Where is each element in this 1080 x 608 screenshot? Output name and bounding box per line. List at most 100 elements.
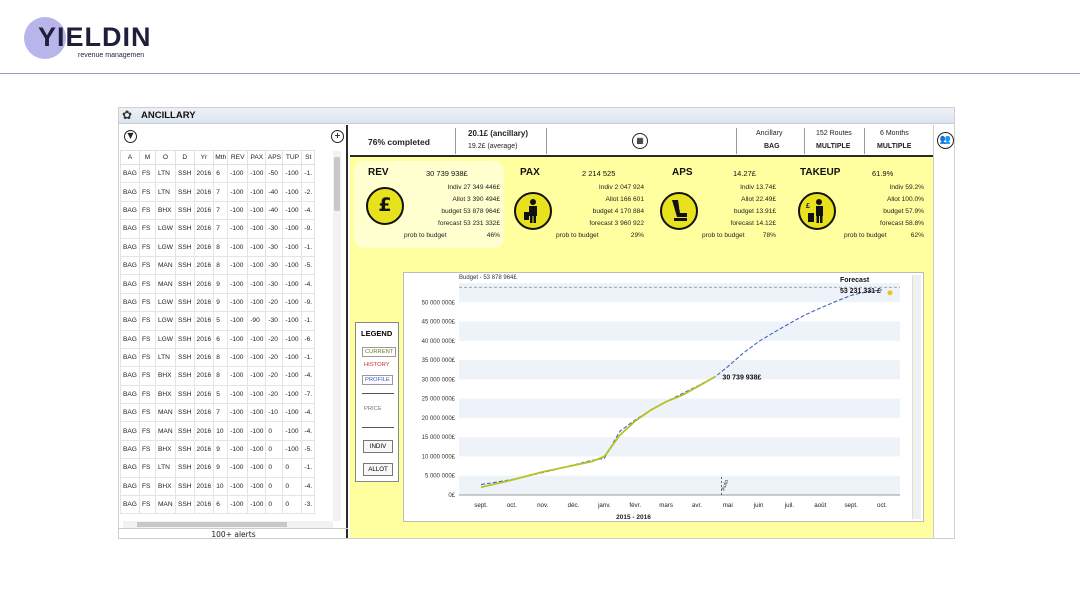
y-tick-label: 15 000 000£ xyxy=(422,435,456,441)
column-header[interactable]: St xyxy=(301,150,316,165)
table-row[interactable]: BAG FS LGW SSH 2016 6 -100 -100 -20 -100 -6. xyxy=(120,329,316,349)
legend-profile-toggle[interactable]: PROFILE xyxy=(362,375,393,385)
x-tick-label: nov. xyxy=(537,502,549,509)
column-header[interactable]: O xyxy=(154,150,176,165)
table-cell: -100 xyxy=(247,237,267,257)
table-cell: -20 xyxy=(265,329,284,349)
alerts-count[interactable]: 100+ alerts xyxy=(119,528,348,538)
table-cell: 8 xyxy=(213,366,229,386)
table-row[interactable]: BAG FS BHX SSH 2016 7 -100 -100 -40 -100 -4. xyxy=(120,200,316,221)
table-row[interactable]: BAG FS BHX SSH 2016 10 -100 -100 0 0 -4. xyxy=(120,476,316,497)
column-header[interactable]: D xyxy=(174,150,195,165)
table-row[interactable]: BAG FS BHX SSH 2016 9 -100 -100 0 -100 -5. xyxy=(120,439,316,460)
allot-button[interactable]: ALLOT xyxy=(363,463,393,476)
table-cell: 5 xyxy=(213,384,229,405)
kpi-forecast: forecast 3 960 922 xyxy=(589,220,644,227)
chart-svg: 0£ 5 000 000£ 10 000 000£ 15 000 000£ 20 000… xyxy=(422,275,900,521)
right-sidebar: 👥 xyxy=(933,125,954,538)
table-vertical-scrollbar[interactable] xyxy=(333,151,341,521)
table-cell: -100 xyxy=(247,182,267,202)
table-cell: -100 xyxy=(227,403,249,423)
table-cell: 10 xyxy=(213,476,229,497)
kpi-budget: budget 53 878 964£ xyxy=(441,208,500,215)
table-cell: -4. xyxy=(301,421,316,441)
table-row[interactable]: BAG FS BHX SSH 2016 5 -100 -100 -20 -100 -7. xyxy=(120,384,316,405)
table-cell: FS xyxy=(138,495,156,515)
table-cell: FS xyxy=(138,458,156,478)
table-cell: LGW xyxy=(154,329,176,349)
add-icon[interactable]: + xyxy=(331,130,344,143)
grid-band xyxy=(459,475,900,495)
table-cell: -100 xyxy=(247,274,267,294)
calendar-icon[interactable]: ▦ xyxy=(632,133,648,149)
passengers-icon[interactable]: 👥 xyxy=(937,132,954,149)
table-cell: 9 xyxy=(213,458,229,478)
table-row[interactable]: BAG FS MAN SSH 2016 8 -100 -100 -30 -100 -5. xyxy=(120,255,316,276)
table-cell: -9. xyxy=(301,219,316,239)
collapse-down-icon[interactable]: ▼ xyxy=(124,130,137,143)
scroll-thumb[interactable] xyxy=(137,522,287,527)
legend-current-toggle[interactable]: CURRENT xyxy=(362,347,397,357)
table-cell: 9 xyxy=(213,292,229,313)
table-row[interactable]: BAG FS LTN SSH 2016 6 -100 -100 -50 -100 -1. xyxy=(120,163,316,184)
table-cell: -100 xyxy=(227,274,249,294)
x-tick-label: sept. xyxy=(844,502,858,509)
indiv-button[interactable]: INDIV xyxy=(363,440,393,453)
kpi-allot: Allot 100.0% xyxy=(886,196,924,203)
table-row[interactable]: BAG FS LTN SSH 2016 9 -100 -100 0 0 -1. xyxy=(120,458,316,478)
column-header[interactable]: A xyxy=(120,150,140,165)
table-cell: 2016 xyxy=(193,329,215,349)
alerts-table: A M O D Yr Mth REV PAX APS TUP St BAG FS LTN SSH 2016 6… xyxy=(120,150,316,515)
table-row[interactable]: BAG FS LGW SSH 2016 8 -100 -100 -30 -100 -1. xyxy=(120,237,316,257)
gear-icon[interactable]: ✿ xyxy=(122,108,132,122)
table-row[interactable]: BAG FS MAN SSH 2016 10 -100 -100 0 -100 -4. xyxy=(120,421,316,441)
table-row[interactable]: BAG FS MAN SSH 2016 9 -100 -100 -30 -100 -4. xyxy=(120,274,316,294)
table-row[interactable]: BAG FS MAN SSH 2016 6 -100 -100 0 0 -3. xyxy=(120,495,316,515)
table-row[interactable]: BAG FS LTN SSH 2016 7 -100 -100 -40 -100 -2. xyxy=(120,182,316,202)
kpi-indiv: Indiv 2 047 924 xyxy=(598,184,644,191)
column-header[interactable]: PAX xyxy=(247,150,267,165)
table-cell: -20 xyxy=(265,292,284,313)
table-row[interactable]: BAG FS BHX SSH 2016 8 -100 -100 -20 -100 -4. xyxy=(120,366,316,386)
months-filter-value[interactable]: MULTIPLE xyxy=(877,143,911,150)
kpi-prob-label: prob to budget xyxy=(404,232,447,239)
column-header[interactable]: Mth xyxy=(213,150,229,165)
table-row[interactable]: BAG FS LTN SSH 2016 8 -100 -100 -20 -100 -1. xyxy=(120,347,316,368)
table-cell: 7 xyxy=(213,182,229,202)
table-cell: 6 xyxy=(213,495,229,515)
kpi-indiv: Indiv 27 349 446£ xyxy=(447,184,500,191)
table-row[interactable]: BAG FS LGW SSH 2016 5 -100 -90 -30 -100 -1. xyxy=(120,311,316,331)
table-cell: -100 xyxy=(282,366,303,386)
completion-status: 76% completed xyxy=(368,137,430,147)
routes-filter-value[interactable]: MULTIPLE xyxy=(816,143,850,150)
column-header[interactable]: M xyxy=(138,150,156,165)
table-cell: -4. xyxy=(301,476,316,497)
ancillary-filter-value[interactable]: BAG xyxy=(764,143,780,150)
column-header[interactable]: APS xyxy=(265,150,284,165)
kpi-total: 14.27£ xyxy=(733,169,756,178)
kpi-allot: Allot 3 390 494£ xyxy=(452,196,500,203)
table-horizontal-scrollbar[interactable] xyxy=(123,521,333,528)
legend-history-toggle[interactable]: HISTORY xyxy=(362,361,392,369)
current-value-label: 30 739 938£ xyxy=(722,375,761,382)
kpi-budget: budget 4 170 884 xyxy=(592,208,644,215)
column-header[interactable]: TUP xyxy=(282,150,303,165)
table-cell: BAG xyxy=(120,366,140,386)
y-tick-label: 45 000 000£ xyxy=(422,320,456,326)
table-cell: 2016 xyxy=(193,458,215,478)
column-header[interactable]: Yr xyxy=(193,150,215,165)
table-row[interactable]: BAG FS MAN SSH 2016 7 -100 -100 -10 -100 -4. xyxy=(120,403,316,423)
table-cell: -30 xyxy=(265,274,284,294)
chart-scrollbar[interactable] xyxy=(912,275,921,519)
table-row[interactable]: BAG FS LGW SSH 2016 9 -100 -100 -20 -100 -9. xyxy=(120,292,316,313)
legend-price-toggle[interactable]: PRICE xyxy=(362,405,384,413)
current-series-line xyxy=(480,375,716,489)
scroll-thumb[interactable] xyxy=(334,157,340,211)
months-filter-label: 6 Months xyxy=(880,130,909,137)
column-header[interactable]: REV xyxy=(227,150,249,165)
table-row[interactable]: BAG FS LGW SSH 2016 7 -100 -100 -30 -100 -9. xyxy=(120,219,316,239)
x-tick-label: mars xyxy=(659,502,673,509)
table-cell: -10 xyxy=(265,403,284,423)
table-cell: -100 xyxy=(227,476,249,497)
table-cell: -100 xyxy=(227,200,249,221)
